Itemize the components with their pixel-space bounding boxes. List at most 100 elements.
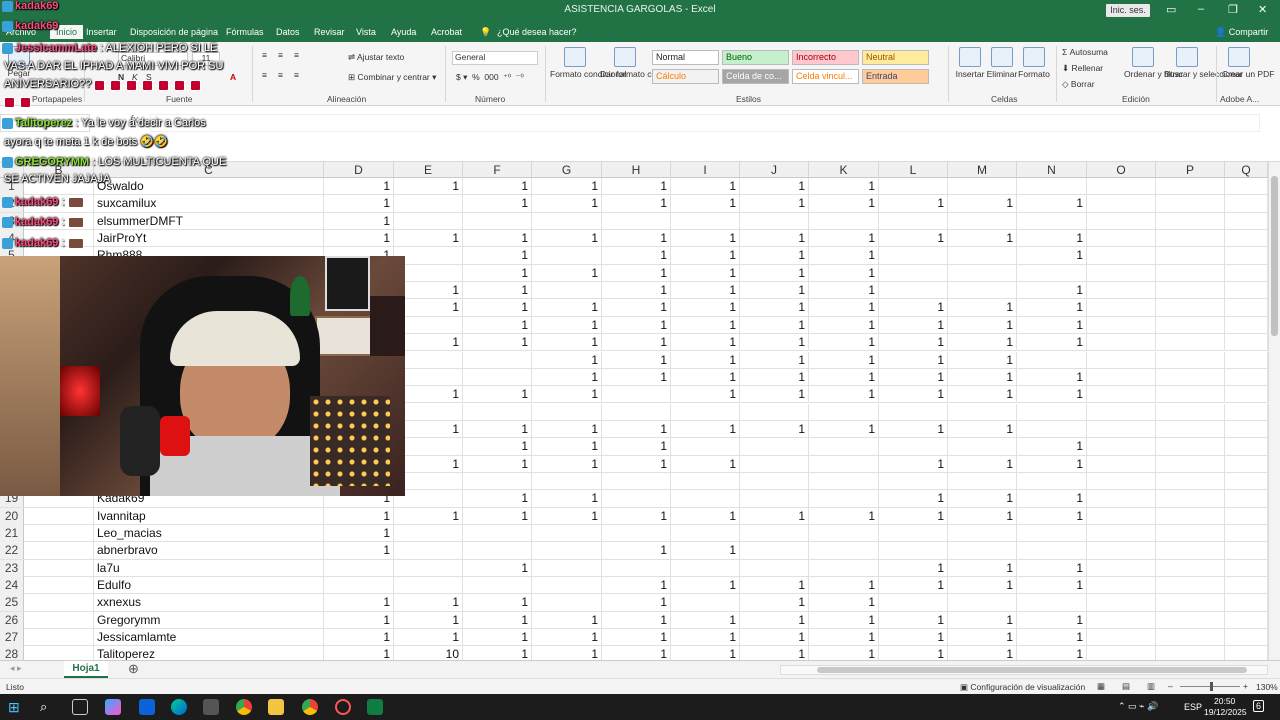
cell-value[interactable] [740,559,809,577]
cell-value[interactable]: 1 [879,455,948,473]
language-indicator[interactable]: ESP [1184,702,1202,712]
cell-value[interactable]: 1 [463,420,532,438]
cell[interactable] [1156,368,1225,386]
cell-value[interactable] [948,247,1017,265]
cell-value[interactable] [671,212,740,230]
cell-value[interactable]: 1 [740,195,809,213]
cell-value[interactable] [463,212,532,230]
cell-value[interactable]: 1 [532,178,602,195]
cell-value[interactable] [740,403,809,421]
share-button[interactable]: 👤 Compartir [1215,27,1268,38]
cell-value[interactable] [809,490,879,508]
style-incorrecto[interactable]: Incorrecto [792,50,859,65]
cell-value[interactable]: 1 [602,178,671,195]
file-explorer-icon[interactable] [268,699,284,715]
cell[interactable] [1156,490,1225,508]
cell-value[interactable]: 1 [602,334,671,352]
cell-value[interactable]: 1 [948,507,1017,525]
cell-value[interactable]: 1 [879,507,948,525]
row-number[interactable]: 21 [0,525,24,542]
search-icon[interactable]: ⌕ [40,699,56,715]
cell-value[interactable]: 1 [671,507,740,525]
tab-formulas[interactable]: Fórmulas [226,27,264,37]
cell-name[interactable]: JairProYt [94,230,324,248]
cell-value[interactable] [809,559,879,577]
cell-value[interactable]: 1 [602,195,671,213]
cell-value[interactable]: 1 [532,334,602,352]
cell-value[interactable]: 1 [671,577,740,595]
cell-value[interactable] [948,438,1017,456]
cell[interactable] [1225,403,1268,421]
cell-value[interactable] [463,351,532,369]
signin-button[interactable]: Inic. ses. [1106,4,1150,17]
cell-value[interactable]: 1 [1017,282,1087,300]
cell[interactable] [1156,386,1225,404]
cell-value[interactable] [602,490,671,508]
cell-value[interactable]: 1 [809,368,879,386]
cell-value[interactable] [602,403,671,421]
cell-value[interactable]: 1 [463,247,532,265]
cell-value[interactable]: 1 [879,316,948,334]
zoom-out-icon[interactable]: – [1168,681,1173,691]
cell-value[interactable]: 1 [1017,316,1087,334]
cell-value[interactable]: 1 [463,438,532,456]
cell[interactable] [1087,420,1156,438]
cell-value[interactable]: 1 [532,611,602,629]
cell-value[interactable]: 1 [1017,490,1087,508]
cell[interactable] [1156,403,1225,421]
cell-value[interactable] [463,542,532,560]
cell[interactable] [1087,264,1156,282]
cell-value[interactable]: 1 [809,507,879,525]
tab-vista[interactable]: Vista [356,27,376,37]
cell-value[interactable]: 1 [879,490,948,508]
cell-value[interactable]: 1 [324,542,394,560]
cell-value[interactable]: 1 [463,316,532,334]
cell[interactable] [1225,316,1268,334]
cell-value[interactable]: 1 [463,386,532,404]
row-number[interactable]: 27 [0,629,24,647]
cell[interactable] [24,507,94,525]
cell-value[interactable] [394,212,463,230]
cell-value[interactable] [463,472,532,490]
cell-value[interactable] [1017,525,1087,542]
cell-value[interactable]: 1 [948,577,1017,595]
cell-value[interactable] [879,472,948,490]
cell-value[interactable]: 1 [1017,195,1087,213]
cell-value[interactable]: 1 [324,629,394,647]
cell-value[interactable] [809,472,879,490]
cell-value[interactable]: 1 [740,247,809,265]
cell-value[interactable]: 1 [463,490,532,508]
cell-value[interactable]: 1 [532,316,602,334]
conditional-format-button[interactable]: Formato condicional [550,47,627,79]
cell-value[interactable]: 1 [602,351,671,369]
chrome-icon[interactable] [236,699,252,715]
cell-value[interactable]: 1 [671,334,740,352]
cell-value[interactable]: 1 [879,351,948,369]
cell-value[interactable] [809,212,879,230]
cell-value[interactable] [948,212,1017,230]
cell-value[interactable]: 1 [324,195,394,213]
horizontal-scrollbar[interactable] [780,665,1268,675]
tray-icons[interactable]: ⌃ ▭ ⌁ 🔊 [1118,701,1158,712]
cell[interactable] [1225,472,1268,490]
cell[interactable] [1156,212,1225,230]
cell-value[interactable]: 1 [394,178,463,195]
cell[interactable] [1156,629,1225,647]
cell-value[interactable] [463,368,532,386]
cell-value[interactable]: 1 [671,282,740,300]
format-cells-button[interactable]: Formato [1018,47,1050,79]
cell-value[interactable]: 1 [671,455,740,473]
zoom-level[interactable]: 130% [1256,682,1278,692]
cell[interactable] [1225,420,1268,438]
cell-value[interactable]: 1 [879,230,948,248]
page-layout-icon[interactable]: ▤ [1122,681,1130,692]
cell-name[interactable]: Gregorymm [94,611,324,629]
cell-value[interactable]: 1 [394,611,463,629]
cell-value[interactable] [394,559,463,577]
column-header[interactable]: O [1087,162,1156,178]
align-center-icon[interactable]: ≡ [278,70,283,80]
cell-value[interactable] [602,472,671,490]
cell-value[interactable]: 1 [1017,629,1087,647]
cell-value[interactable]: 1 [1017,368,1087,386]
cell-value[interactable]: 1 [602,420,671,438]
